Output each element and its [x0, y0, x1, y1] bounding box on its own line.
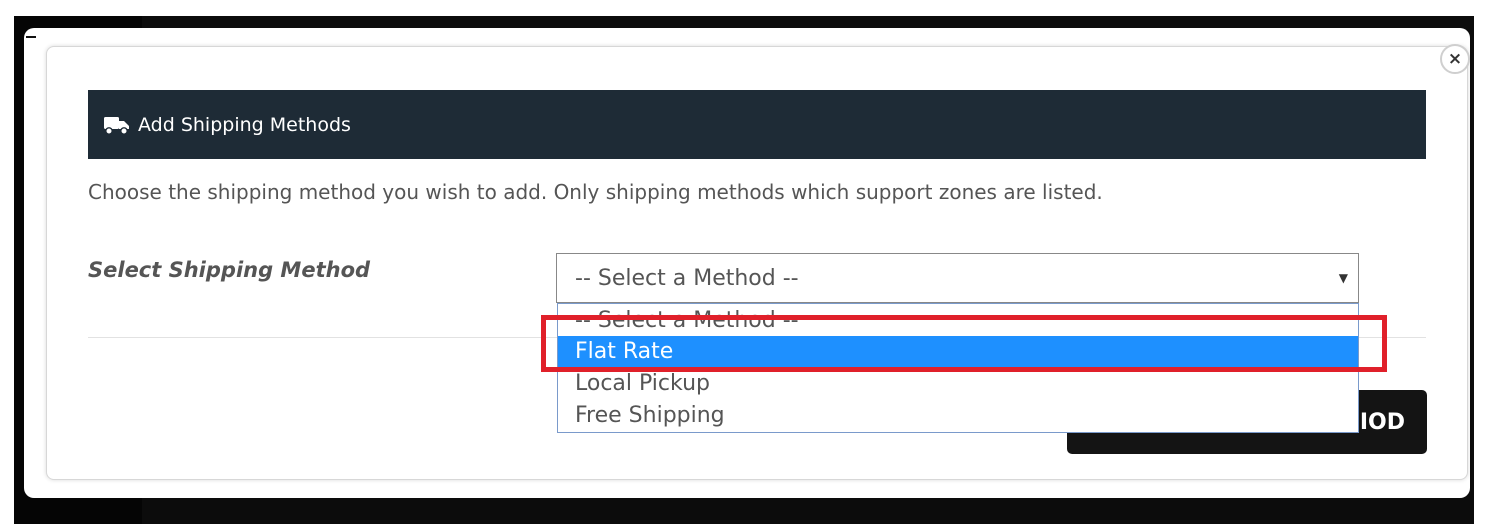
shipping-method-select[interactable]: -- Select a Method -- ▼	[556, 253, 1359, 303]
modal-description: Choose the shipping method you wish to a…	[88, 180, 1103, 204]
select-current-value: -- Select a Method --	[575, 265, 799, 291]
shipping-method-label: Select Shipping Method	[88, 258, 371, 282]
dropdown-option-flat-rate[interactable]: Flat Rate	[558, 336, 1358, 368]
chevron-down-icon: ▼	[1338, 271, 1348, 285]
modal-title: Add Shipping Methods	[138, 113, 351, 136]
modal-header: Add Shipping Methods	[88, 90, 1426, 159]
dropdown-option-free-shipping[interactable]: Free Shipping	[558, 400, 1358, 432]
close-icon: ×	[1447, 48, 1463, 69]
corner-mark	[26, 36, 36, 38]
dropdown-option-local-pickup[interactable]: Local Pickup	[558, 368, 1358, 400]
dropdown-option-select-a-method[interactable]: -- Select a Method --	[558, 305, 1358, 337]
shipping-method-dropdown[interactable]: -- Select a Method -- Flat Rate Local Pi…	[557, 303, 1359, 433]
close-button[interactable]: ×	[1440, 44, 1470, 74]
truck-icon	[104, 116, 129, 135]
